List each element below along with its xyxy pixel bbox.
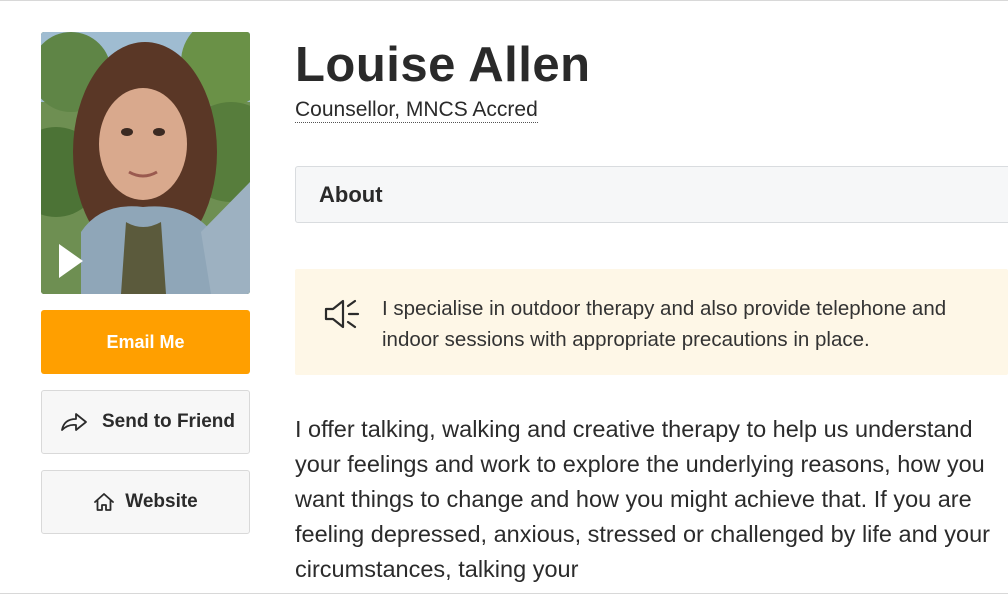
- profile-page: Email Me Send to Friend Website Louise A…: [0, 0, 1008, 594]
- send-to-friend-button[interactable]: Send to Friend: [41, 390, 250, 454]
- website-label: Website: [125, 491, 198, 512]
- profile-credentials[interactable]: Counsellor, MNCS Accred: [295, 98, 538, 123]
- profile-sidebar: Email Me Send to Friend Website: [41, 32, 250, 534]
- send-to-friend-label: Send to Friend: [102, 411, 235, 432]
- bio-text: I offer talking, walking and creative th…: [295, 416, 990, 582]
- megaphone-icon: [324, 299, 360, 329]
- profile-name: Louise Allen: [295, 38, 591, 92]
- tab-about[interactable]: About: [295, 166, 1008, 223]
- profile-photo[interactable]: [41, 32, 250, 294]
- home-icon: [93, 492, 115, 512]
- email-me-button[interactable]: Email Me: [41, 310, 250, 374]
- share-arrow-icon: [60, 411, 88, 433]
- notice-text: I specialise in outdoor therapy and also…: [382, 297, 947, 351]
- email-me-label: Email Me: [106, 331, 185, 352]
- tab-about-label: About: [319, 181, 383, 207]
- play-icon[interactable]: [57, 242, 85, 280]
- website-button[interactable]: Website: [41, 470, 250, 534]
- notice-banner: I specialise in outdoor therapy and also…: [295, 269, 1008, 375]
